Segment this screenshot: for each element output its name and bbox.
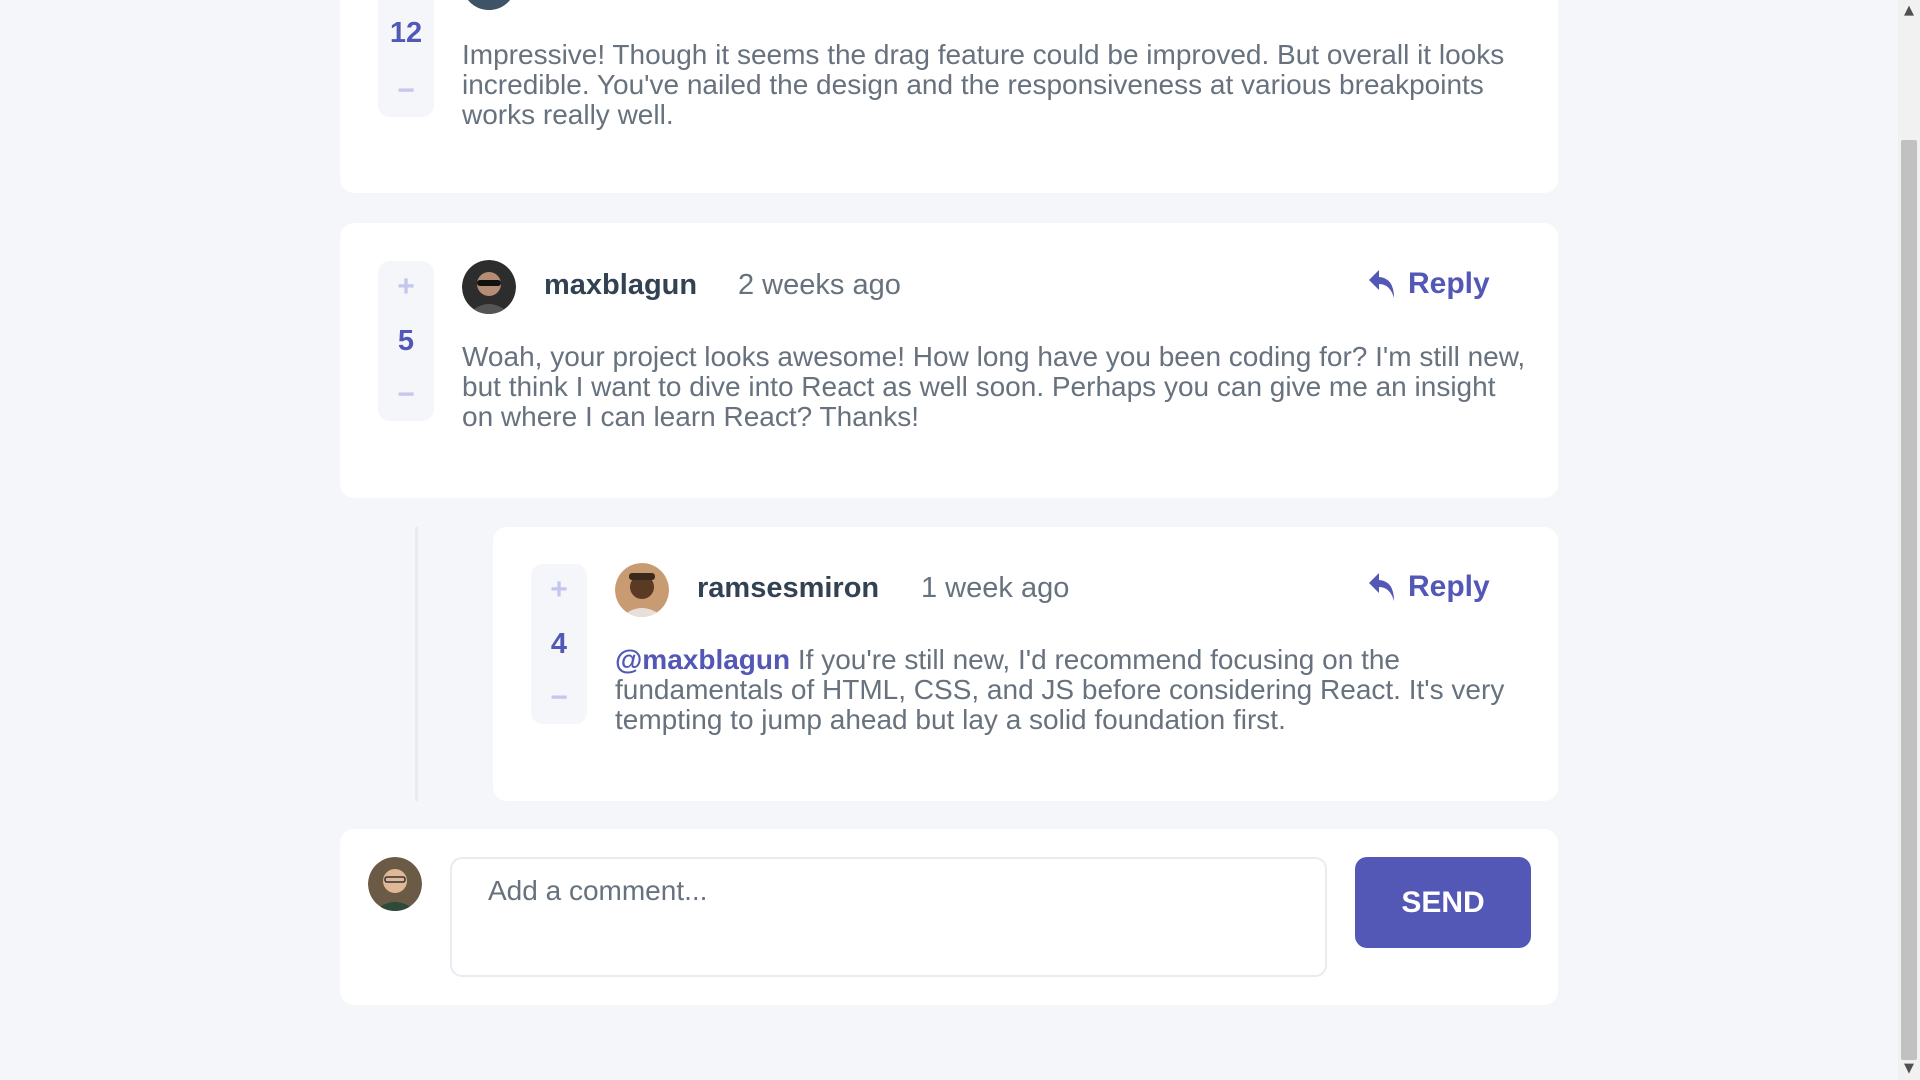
downvote-button[interactable]: − (550, 683, 568, 713)
mention-link[interactable]: @maxblagun (615, 644, 790, 675)
comment-text: Impressive! Though it seems the drag fea… (462, 39, 1505, 130)
comment-username[interactable]: maxblagun (544, 269, 697, 302)
upvote-button[interactable]: + (397, 272, 415, 302)
avatar (462, 260, 516, 314)
downvote-button[interactable]: − (397, 380, 415, 410)
reply-username[interactable]: ramsesmiron (697, 572, 879, 605)
reply-button[interactable]: Reply (1368, 570, 1490, 604)
comment-score: 12 (389, 17, 423, 49)
reply-label: Reply (1408, 570, 1490, 603)
scroll-up-arrow-icon[interactable]: ▲ (1898, 0, 1920, 22)
comment-card: + 12 − Impressive! Though it seems the d… (340, 0, 1558, 193)
avatar (615, 563, 669, 617)
reply-score: 4 (550, 627, 568, 660)
comment-text: Woah, your project looks awesome! How lo… (462, 341, 1526, 432)
reply-icon (1369, 270, 1394, 298)
send-button[interactable]: SEND (1355, 857, 1531, 948)
vote-control: + 5 − (378, 261, 434, 421)
current-user-avatar (368, 857, 422, 911)
reply-button[interactable]: Reply (1368, 267, 1490, 301)
new-comment-card: Add a comment... SEND (340, 829, 1558, 1005)
comment-score: 5 (397, 324, 415, 357)
scrollbar-thumb[interactable] (1901, 140, 1917, 1060)
vote-control: + 12 − (378, 0, 434, 117)
scrollbar[interactable]: ▲ ▼ (1898, 0, 1920, 1080)
upvote-button[interactable]: + (550, 575, 568, 605)
comments-page: + 12 − Impressive! Though it seems the d… (0, 0, 1898, 1080)
vote-control: + 4 − (531, 564, 587, 724)
reply-icon (1369, 573, 1394, 601)
downvote-button[interactable]: − (397, 76, 415, 106)
avatar (462, 0, 516, 10)
scroll-down-arrow-icon[interactable]: ▼ (1898, 1058, 1920, 1080)
comment-card: + 5 − maxblagun 2 weeks ago Reply Woah, … (340, 223, 1558, 498)
reply-label: Reply (1408, 267, 1490, 300)
reply-timestamp: 1 week ago (921, 572, 1070, 604)
reply-card: + 4 − ramsesmiron 1 week ago Reply @maxb… (493, 527, 1558, 801)
reply-thread-line (415, 527, 418, 801)
comment-timestamp: 2 weeks ago (738, 269, 901, 301)
comment-input[interactable]: Add a comment... (450, 857, 1327, 977)
reply-text: @maxblagun If you're still new, I'd reco… (615, 645, 1535, 735)
